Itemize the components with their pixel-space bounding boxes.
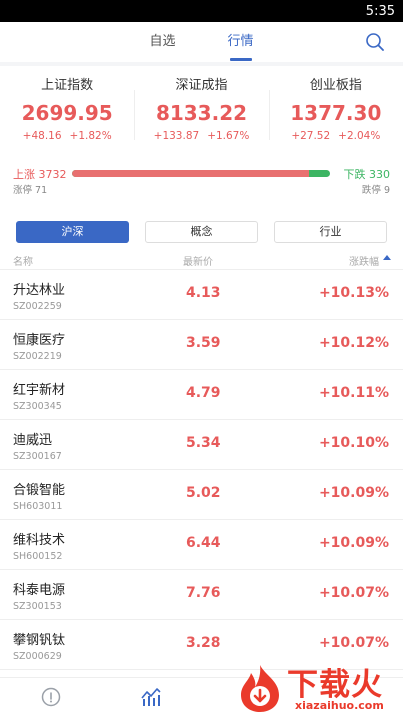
index-card-shenzhen[interactable]: 深证成指 8133.22 +133.87 +1.67% — [134, 76, 268, 158]
stock-price: 4.79 — [186, 385, 221, 401]
top-navigation: 自选 行情 — [0, 22, 403, 62]
stock-price: 6.44 — [186, 535, 221, 551]
stock-code: SZ000629 — [13, 651, 62, 662]
stock-rows: 升达林业 SZ002259 4.13 +10.13% 恒康医疗 SZ002219… — [0, 269, 403, 670]
index-change: +133.87 — [153, 130, 200, 142]
stock-name: 恒康医疗 — [13, 333, 66, 348]
stock-price: 5.34 — [186, 435, 221, 451]
limit-up-count: 涨停 71 — [13, 185, 48, 196]
stock-code: SZ002219 — [13, 351, 62, 362]
table-row[interactable]: 迪威迅 SZ300167 5.34 +10.10% — [0, 420, 403, 470]
limit-down-count: 跌停 9 — [361, 185, 390, 196]
table-row[interactable]: 合锻智能 SH603011 5.02 +10.09% — [0, 470, 403, 520]
search-icon[interactable] — [365, 32, 385, 52]
table-row[interactable]: 升达林业 SZ002259 4.13 +10.13% — [0, 270, 403, 320]
index-card-shanghai[interactable]: 上证指数 2699.95 +48.16 +1.82% — [0, 76, 134, 158]
index-change-group: +133.87 +1.67% — [134, 130, 268, 142]
tab-market[interactable]: 行情 — [228, 22, 254, 62]
status-time: 5:35 — [365, 3, 395, 19]
stock-price: 3.59 — [186, 335, 221, 351]
table-row[interactable]: 科泰电源 SZ300153 7.76 +10.07% — [0, 570, 403, 620]
stock-code: SZ300167 — [13, 451, 62, 462]
status-bar: 5:35 — [0, 0, 403, 22]
tab-watchlist[interactable]: 自选 — [149, 22, 175, 62]
decline-count: 下跌 330 — [343, 168, 391, 181]
market-breadth: 上涨 3732 下跌 330 涨停 71 跌停 9 — [13, 166, 390, 198]
index-pct: +1.67% — [207, 130, 250, 142]
info-circle-icon[interactable] — [40, 686, 62, 708]
segment-industry[interactable]: 行业 — [274, 221, 387, 243]
advance-count: 上涨 3732 — [13, 168, 67, 181]
stock-price: 4.13 — [186, 285, 221, 301]
stock-name: 升达林业 — [13, 283, 66, 298]
stock-change: +10.11% — [318, 385, 389, 401]
stock-name: 科泰电源 — [13, 583, 66, 598]
stock-code: SH600152 — [13, 551, 63, 562]
stock-change: +10.09% — [318, 485, 389, 501]
stock-name: 合锻智能 — [13, 483, 66, 498]
stock-code: SZ300153 — [13, 601, 62, 612]
index-card-chinext[interactable]: 创业板指 1377.30 +27.52 +2.04% — [268, 76, 403, 158]
index-value: 2699.95 — [21, 101, 113, 125]
stock-list-panel: 沪深 概念 行业 名称 最新价 涨跌幅 升达林业 SZ002259 4.13 +… — [0, 213, 403, 677]
stock-change: +10.12% — [318, 335, 389, 351]
column-name: 名称 — [13, 257, 33, 268]
table-row[interactable]: 恒康医疗 SZ002219 3.59 +10.12% — [0, 320, 403, 370]
watermark-logo: 下载火 xiazaihuo.com — [233, 659, 403, 717]
stock-price: 7.76 — [186, 585, 221, 601]
stock-change: +10.13% — [318, 285, 389, 301]
segment-concept[interactable]: 概念 — [145, 221, 258, 243]
stock-code: SZ002259 — [13, 301, 62, 312]
column-header: 名称 最新价 涨跌幅 — [0, 249, 403, 269]
stock-price: 5.02 — [186, 485, 221, 501]
index-pct: +1.82% — [69, 130, 112, 142]
stock-code: SZ300345 — [13, 401, 62, 412]
stock-change: +10.07% — [318, 635, 389, 651]
stock-price: 3.28 — [186, 635, 221, 651]
stock-name: 迪威迅 — [13, 433, 53, 448]
index-change-group: +27.52 +2.04% — [269, 130, 403, 142]
table-row[interactable]: 红宇新材 SZ300345 4.79 +10.11% — [0, 370, 403, 420]
stock-change: +10.10% — [318, 435, 389, 451]
watermark-url: xiazaihuo.com — [295, 699, 384, 712]
stock-name: 攀钢钒钛 — [13, 633, 66, 648]
sort-arrow-icon[interactable] — [383, 255, 391, 260]
index-change: +48.16 — [22, 130, 62, 142]
index-panel: 上证指数 2699.95 +48.16 +1.82% 深证成指 8133.22 +… — [0, 66, 403, 222]
index-name: 深证成指 — [175, 78, 228, 93]
column-price[interactable]: 最新价 — [183, 253, 213, 268]
index-change: +27.52 — [291, 130, 331, 142]
stock-name: 红宇新材 — [13, 383, 66, 398]
segment-tabs: 沪深 概念 行业 — [0, 213, 403, 243]
chart-bars-icon[interactable] — [140, 686, 162, 708]
table-row[interactable]: 维科技术 SH600152 6.44 +10.09% — [0, 520, 403, 570]
stock-name: 维科技术 — [13, 533, 66, 548]
watermark-text: 下载火 — [287, 667, 383, 703]
index-pct: +2.04% — [338, 130, 381, 142]
segment-hushen[interactable]: 沪深 — [16, 221, 129, 243]
breadth-bar — [72, 170, 330, 177]
index-name: 创业板指 — [309, 78, 362, 93]
index-name: 上证指数 — [41, 78, 94, 93]
stock-change: +10.09% — [318, 535, 389, 551]
stock-change: +10.07% — [318, 585, 389, 601]
index-value: 1377.30 — [290, 101, 382, 125]
flame-logo-icon — [241, 665, 279, 712]
stock-code: SH603011 — [13, 501, 63, 512]
index-change-group: +48.16 +1.82% — [0, 130, 134, 142]
index-value: 8133.22 — [155, 101, 248, 125]
breadth-bar-up-fill — [72, 170, 310, 177]
column-change[interactable]: 涨跌幅 — [349, 253, 379, 268]
